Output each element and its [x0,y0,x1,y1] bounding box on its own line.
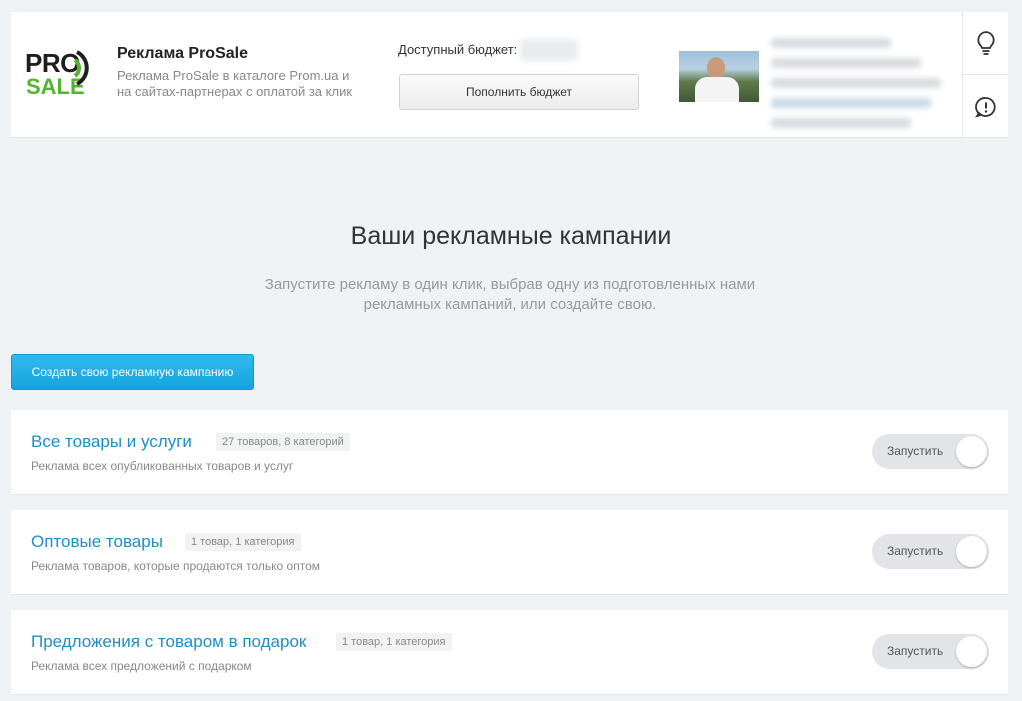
campaign-title[interactable]: Оптовые товары [31,532,163,552]
header-side-actions [962,12,1009,138]
feedback-button[interactable] [963,75,1009,138]
toggle-knob [956,636,987,667]
toggle-knob [956,436,987,467]
campaign-card: Оптовые товары 1 товар, 1 категория Рекл… [11,510,1008,595]
brand-description: Реклама ProSale в каталоге Prom.ua и на … [117,68,353,99]
campaign-description: Реклама всех предложений с подарком [31,659,252,673]
page-subtitle: Запустите рекламу в один клик, выбрав од… [264,276,756,313]
launch-toggle[interactable]: Запустить [872,534,989,569]
topup-budget-button[interactable]: Пополнить бюджет [399,74,639,110]
campaign-title[interactable]: Предложения с товаром в подарок [31,632,306,652]
budget-label: Доступный бюджет: [398,42,518,57]
campaign-count-badge: 27 товаров, 8 категорий [216,433,350,451]
brand-title: Реклама ProSale [117,45,248,62]
launch-toggle-label: Запустить [887,644,944,658]
launch-toggle[interactable]: Запустить [872,634,989,669]
campaign-description: Реклама товаров, которые продаются тольк… [31,559,321,573]
campaign-count-badge: 1 товар, 1 категория [336,633,452,651]
campaign-card: Все товары и услуги 27 товаров, 8 катего… [11,410,1008,495]
user-avatar[interactable] [679,51,759,102]
user-info-blurred [769,34,949,130]
prosale-logo: PRO SALE [25,46,101,102]
tips-button[interactable] [963,12,1009,75]
page-title: Ваши рекламные кампании [350,222,672,250]
app-header: PRO SALE Реклама ProSale Реклама ProSale… [11,12,1009,138]
lightbulb-icon [977,31,995,55]
campaign-title[interactable]: Все товары и услуги [31,432,192,452]
campaign-description: Реклама всех опубликованных товаров и ус… [31,459,294,473]
budget-value-blurred [520,39,578,61]
campaign-count-badge: 1 товар, 1 категория [185,533,301,551]
exclamation-icon [974,96,996,117]
launch-toggle-label: Запустить [887,544,944,558]
launch-toggle[interactable]: Запустить [872,434,989,469]
launch-toggle-label: Запустить [887,444,944,458]
logo-signal-icon [73,50,89,86]
create-campaign-button[interactable]: Создать свою рекламную кампанию [11,354,254,390]
campaign-card: Предложения с товаром в подарок 1 товар,… [11,610,1008,695]
toggle-knob [956,536,987,567]
